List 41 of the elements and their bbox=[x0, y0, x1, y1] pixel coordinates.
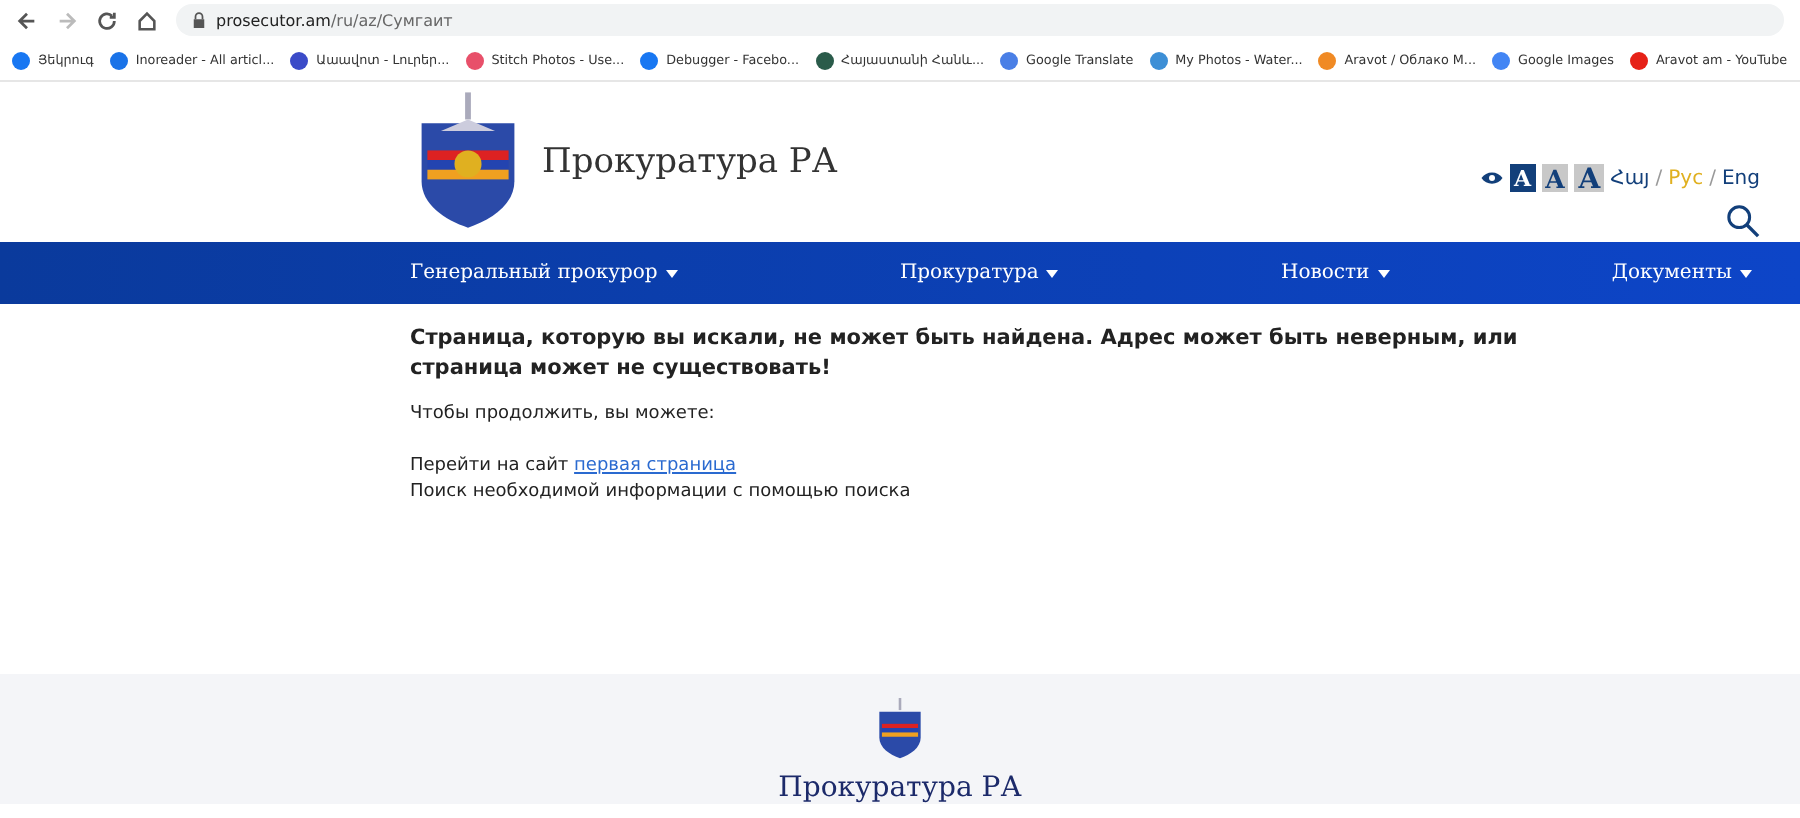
address-bar[interactable]: prosecutor.am/ru/az/Сумгаит bbox=[176, 4, 1784, 36]
search-icon[interactable] bbox=[1726, 204, 1760, 238]
separator: / bbox=[1655, 167, 1663, 189]
font-size-button[interactable]: A bbox=[1510, 164, 1536, 192]
bookmark-icon bbox=[1318, 51, 1337, 69]
font-size-button[interactable]: A bbox=[1574, 164, 1605, 192]
bookmark-icon bbox=[1149, 51, 1168, 69]
footer-title: Прокуратура РА bbox=[778, 772, 1022, 804]
nav-menu-item[interactable]: Генеральный прокурор bbox=[410, 262, 678, 284]
caret-icon bbox=[1046, 269, 1059, 277]
reload-icon[interactable] bbox=[96, 9, 118, 31]
bookmark-icon bbox=[815, 51, 834, 69]
caret-icon bbox=[1377, 269, 1390, 277]
nav-menu-item[interactable]: Прокуратура bbox=[899, 262, 1059, 284]
home-icon[interactable] bbox=[136, 9, 158, 31]
caret-icon bbox=[1739, 269, 1752, 277]
bookmark-icon bbox=[12, 51, 30, 69]
separator: / bbox=[1709, 167, 1716, 189]
bookmark-icon bbox=[465, 51, 484, 69]
bookmark-icon bbox=[1629, 51, 1648, 69]
home-page-link[interactable]: первая страница bbox=[574, 456, 737, 476]
back-icon[interactable] bbox=[16, 9, 38, 31]
intro-text: Чтобы продолжить, вы можете: bbox=[410, 404, 717, 424]
language-link[interactable]: Eng bbox=[1721, 167, 1760, 189]
lock-icon bbox=[192, 11, 206, 29]
bookmark-icon bbox=[640, 51, 659, 69]
bookmark-icon bbox=[1000, 51, 1019, 69]
caret-icon bbox=[665, 269, 678, 277]
error-heading: Страница, которую вы искали, не может быть найдена. Адрес может быть неверным, или страница может не существовать! bbox=[410, 324, 1520, 384]
language-link[interactable]: Հայ bbox=[1610, 167, 1650, 189]
nav-menu-item[interactable]: Новости bbox=[1281, 262, 1390, 284]
emblem-logo[interactable] bbox=[874, 698, 926, 760]
instruction-text: Перейти на сайт bbox=[410, 456, 569, 476]
site-title[interactable]: Прокуратура РА bbox=[542, 142, 838, 182]
eye-icon[interactable] bbox=[1480, 170, 1505, 186]
bookmark-icon bbox=[290, 51, 309, 69]
font-size-button[interactable]: A bbox=[1541, 164, 1569, 192]
bookmark-icon bbox=[109, 51, 128, 69]
bookmark-icon bbox=[1492, 51, 1511, 69]
nav-menu-item[interactable]: Документы bbox=[1611, 262, 1752, 284]
instruction-text: Поиск необходимой информации с помощью поиска bbox=[410, 482, 913, 502]
